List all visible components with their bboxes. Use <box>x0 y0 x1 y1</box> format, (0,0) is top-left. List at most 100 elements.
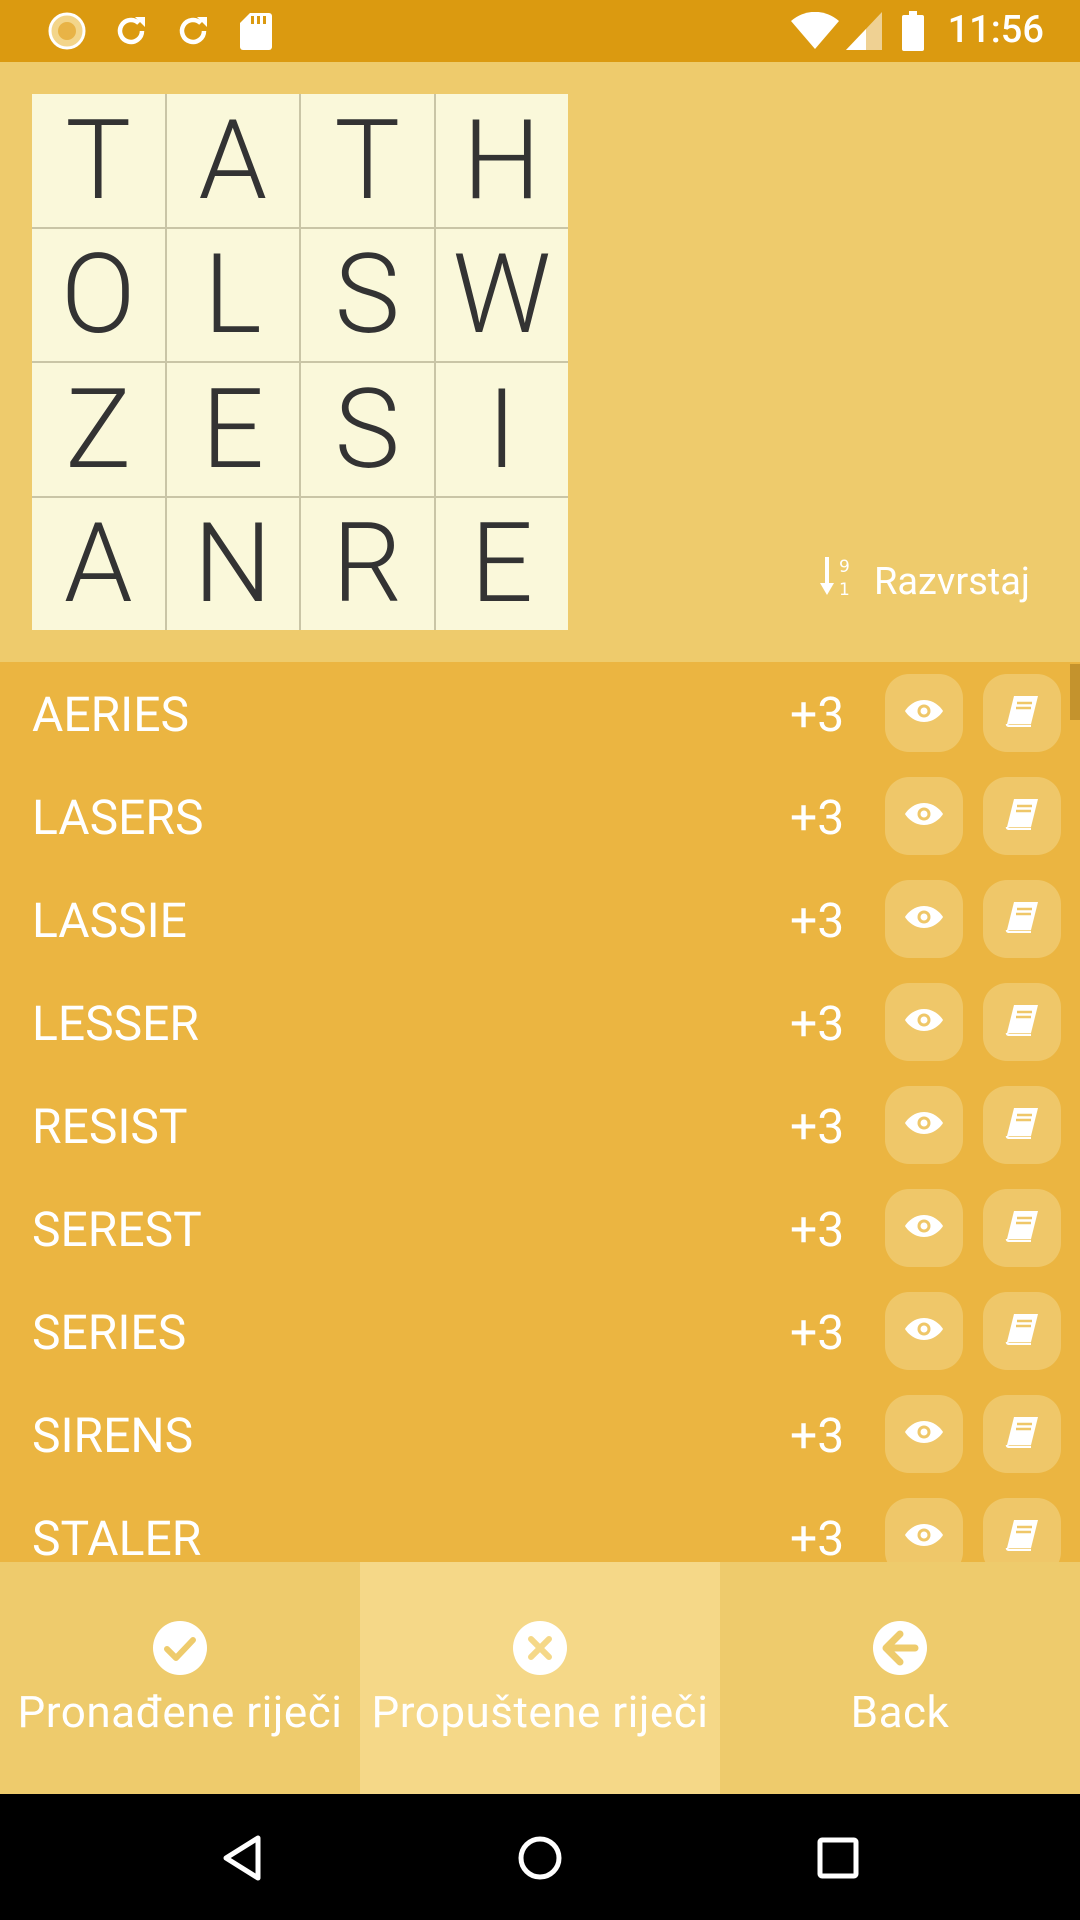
list-item: RESIST +3 <box>0 1074 1080 1177</box>
book-icon <box>1005 901 1039 937</box>
book-icon <box>1005 695 1039 731</box>
eye-icon <box>904 1523 944 1551</box>
eye-icon <box>904 1111 944 1139</box>
list-item: STALER +3 <box>0 1486 1080 1562</box>
word-label: AERIES <box>32 686 190 743</box>
reveal-button[interactable] <box>885 983 963 1061</box>
back-triangle-icon[interactable] <box>214 1830 270 1886</box>
home-circle-icon[interactable] <box>512 1830 568 1886</box>
x-circle-icon <box>512 1620 568 1678</box>
tab-found-words[interactable]: Pronađene riječi <box>0 1562 360 1794</box>
sun-icon <box>46 10 88 52</box>
list-item: LASERS +3 <box>0 765 1080 868</box>
tab-missed-words[interactable]: Propuštene riječi <box>360 1562 720 1794</box>
board-panel: T A T H O L S W Z E S I A N R E 9 1 Razv… <box>0 62 1080 662</box>
reveal-button[interactable] <box>885 1292 963 1370</box>
grid-cell: W <box>435 228 568 361</box>
grid-cell: T <box>32 94 165 227</box>
eye-icon <box>904 1317 944 1345</box>
word-label: SIRENS <box>32 1407 194 1464</box>
word-score: +3 <box>790 892 845 949</box>
reveal-button[interactable] <box>885 880 963 958</box>
reveal-button[interactable] <box>885 1086 963 1164</box>
dictionary-button[interactable] <box>983 1498 1061 1562</box>
status-bar: 11:56 <box>0 0 1080 62</box>
book-icon <box>1005 1313 1039 1349</box>
arrow-left-circle-icon <box>872 1620 928 1678</box>
tab-label: Propuštene riječi <box>371 1686 709 1738</box>
recents-square-icon[interactable] <box>810 1830 866 1886</box>
word-score: +3 <box>790 686 845 743</box>
reveal-button[interactable] <box>885 777 963 855</box>
eye-icon <box>904 1008 944 1036</box>
book-icon <box>1005 798 1039 834</box>
eye-icon <box>904 1420 944 1448</box>
signal-icon <box>844 10 884 52</box>
book-icon <box>1005 1210 1039 1246</box>
check-circle-icon <box>152 1620 208 1678</box>
dictionary-button[interactable] <box>983 1189 1061 1267</box>
system-navigation-bar <box>0 1794 1080 1920</box>
list-item: AERIES +3 <box>0 662 1080 765</box>
reveal-button[interactable] <box>885 674 963 752</box>
word-label: LASSIE <box>32 892 187 949</box>
word-score: +3 <box>790 789 845 846</box>
word-label: STALER <box>32 1510 202 1562</box>
svg-text:9: 9 <box>839 557 850 577</box>
word-label: RESIST <box>32 1098 188 1155</box>
battery-icon <box>900 10 926 52</box>
grid-cell: I <box>435 363 568 496</box>
grid-cell: E <box>166 363 299 496</box>
dictionary-button[interactable] <box>983 983 1061 1061</box>
dictionary-button[interactable] <box>983 1395 1061 1473</box>
refresh-icon <box>172 10 214 52</box>
reveal-button[interactable] <box>885 1189 963 1267</box>
eye-icon <box>904 905 944 933</box>
sort-label: Razvrstaj <box>873 560 1030 604</box>
book-icon <box>1005 1416 1039 1452</box>
dictionary-button[interactable] <box>983 674 1061 752</box>
bottom-navigation: Pronađene riječi Propuštene riječi Back <box>0 1562 1080 1794</box>
word-label: SEREST <box>32 1201 202 1258</box>
letter-grid: T A T H O L S W Z E S I A N R E <box>32 94 568 630</box>
grid-cell: A <box>32 497 165 630</box>
book-icon <box>1005 1519 1039 1555</box>
sort-button[interactable]: 9 1 Razvrstaj <box>819 552 1030 612</box>
grid-cell: E <box>435 497 568 630</box>
reveal-button[interactable] <box>885 1395 963 1473</box>
grid-cell: S <box>301 363 434 496</box>
clock: 11:56 <box>947 8 1044 52</box>
refresh-icon <box>110 10 152 52</box>
grid-cell: Z <box>32 363 165 496</box>
grid-cell: H <box>435 94 568 227</box>
sort-numeric-icon: 9 1 <box>819 555 874 609</box>
word-score: +3 <box>790 995 845 1052</box>
dictionary-button[interactable] <box>983 1292 1061 1370</box>
list-item: SEREST +3 <box>0 1177 1080 1280</box>
word-score: +3 <box>790 1510 845 1562</box>
reveal-button[interactable] <box>885 1498 963 1562</box>
word-score: +3 <box>790 1304 845 1361</box>
book-icon <box>1005 1107 1039 1143</box>
eye-icon <box>904 802 944 830</box>
missed-words-list[interactable]: AERIES +3 LASERS +3 LASSIE +3 LESSER +3 <box>0 662 1080 1562</box>
grid-cell: O <box>32 228 165 361</box>
dictionary-button[interactable] <box>983 1086 1061 1164</box>
sd-card-icon <box>236 10 276 52</box>
grid-cell: L <box>166 228 299 361</box>
grid-cell: T <box>301 94 434 227</box>
word-score: +3 <box>790 1098 845 1155</box>
word-score: +3 <box>790 1407 845 1464</box>
word-label: LASERS <box>32 789 204 846</box>
grid-cell: S <box>301 228 434 361</box>
tab-label: Back <box>850 1686 950 1738</box>
word-label: SERIES <box>32 1304 187 1361</box>
tab-label: Pronađene riječi <box>17 1686 343 1738</box>
grid-cell: A <box>166 94 299 227</box>
grid-cell: R <box>301 497 434 630</box>
dictionary-button[interactable] <box>983 777 1061 855</box>
wifi-icon <box>790 10 840 52</box>
tab-back[interactable]: Back <box>720 1562 1080 1794</box>
list-item: LESSER +3 <box>0 971 1080 1074</box>
dictionary-button[interactable] <box>983 880 1061 958</box>
